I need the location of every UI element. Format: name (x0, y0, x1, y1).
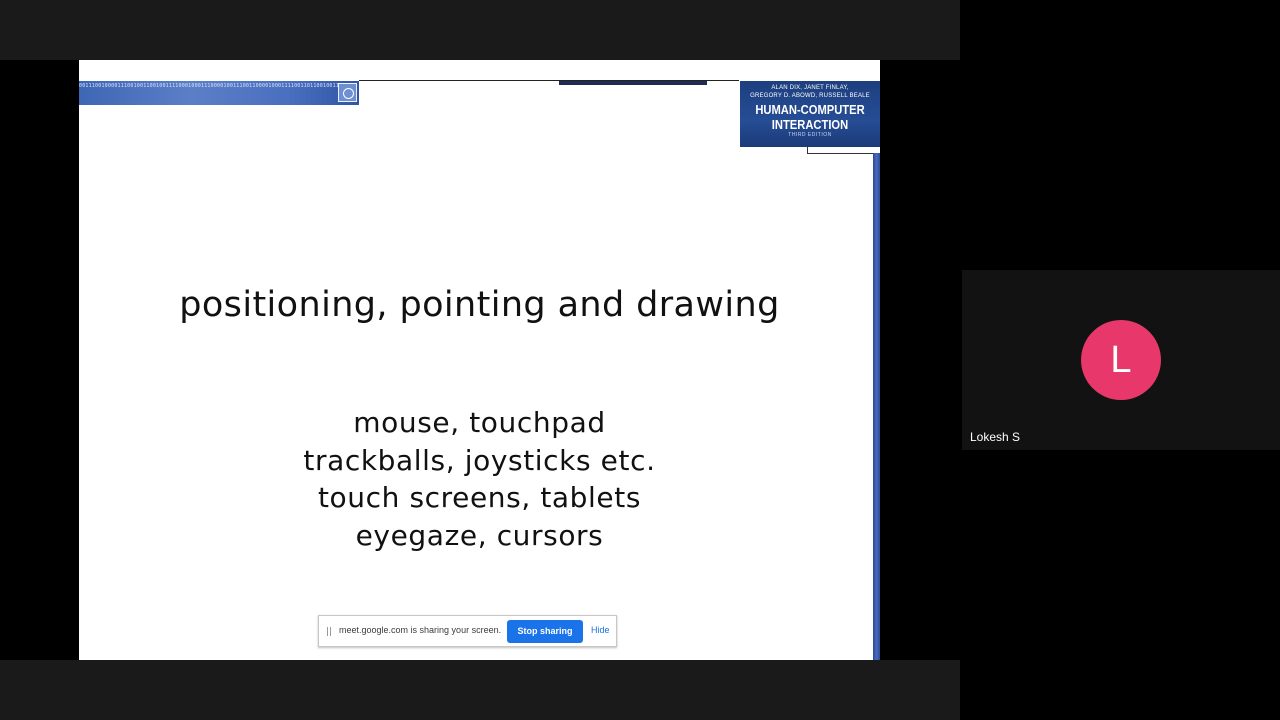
book-authors-line-1: ALAN DIX, JANET FINLAY, (771, 85, 849, 91)
hide-button[interactable]: Hide (591, 625, 610, 635)
slide-title: positioning, pointing and drawing (179, 285, 780, 325)
drag-handle-icon[interactable] (327, 627, 331, 636)
avatar: L (1081, 320, 1161, 400)
shared-slide: 0011100100001110010011001001111000100011… (79, 60, 880, 660)
share-message: meet.google.com is sharing your screen. (339, 625, 502, 635)
book-authors-line-2: GREGORY D. ABOWD, RUSSELL BEALE (750, 93, 870, 99)
book-cover-logo: ALAN DIX, JANET FINLAY, GREGORY D. ABOWD… (740, 81, 880, 147)
binary-banner-text: 0011100100001110010011001001111000100011… (79, 83, 351, 89)
presentation-area: 0011100100001110010011001001111000100011… (0, 0, 960, 720)
cover-bracket (807, 147, 874, 154)
bullet-item: eyegaze, cursors (355, 518, 604, 552)
meet-window: 0011100100001110010011001001111000100011… (0, 0, 1280, 720)
header-accent-bar (559, 81, 707, 85)
bullet-item: trackballs, joysticks etc. (303, 443, 656, 477)
participant-tile[interactable]: L Lokesh S (962, 270, 1280, 450)
bottom-letterbox (0, 660, 960, 720)
bullet-item: touch screens, tablets (317, 481, 642, 514)
banner-logo-icon (338, 83, 357, 102)
binary-banner: 0011100100001110010011001001111000100011… (79, 81, 359, 105)
slide-bullet-list: mouse, touchpad trackballs, joysticks et… (79, 404, 880, 554)
book-title-line-1: HUMAN-COMPUTER (755, 102, 865, 117)
bullet-item: mouse, touchpad (353, 406, 606, 439)
participant-name: Lokesh S (970, 430, 1021, 444)
book-edition: THIRD EDITION (788, 132, 832, 138)
stop-sharing-button[interactable]: Stop sharing (507, 620, 583, 643)
book-title-line-2: INTERACTION (771, 117, 849, 132)
top-letterbox (0, 0, 960, 60)
book-title: HUMAN-COMPUTER INTERACTION (750, 102, 870, 132)
book-authors: ALAN DIX, JANET FINLAY, GREGORY D. ABOWD… (740, 84, 880, 100)
screen-share-bar: meet.google.com is sharing your screen. … (318, 615, 617, 647)
